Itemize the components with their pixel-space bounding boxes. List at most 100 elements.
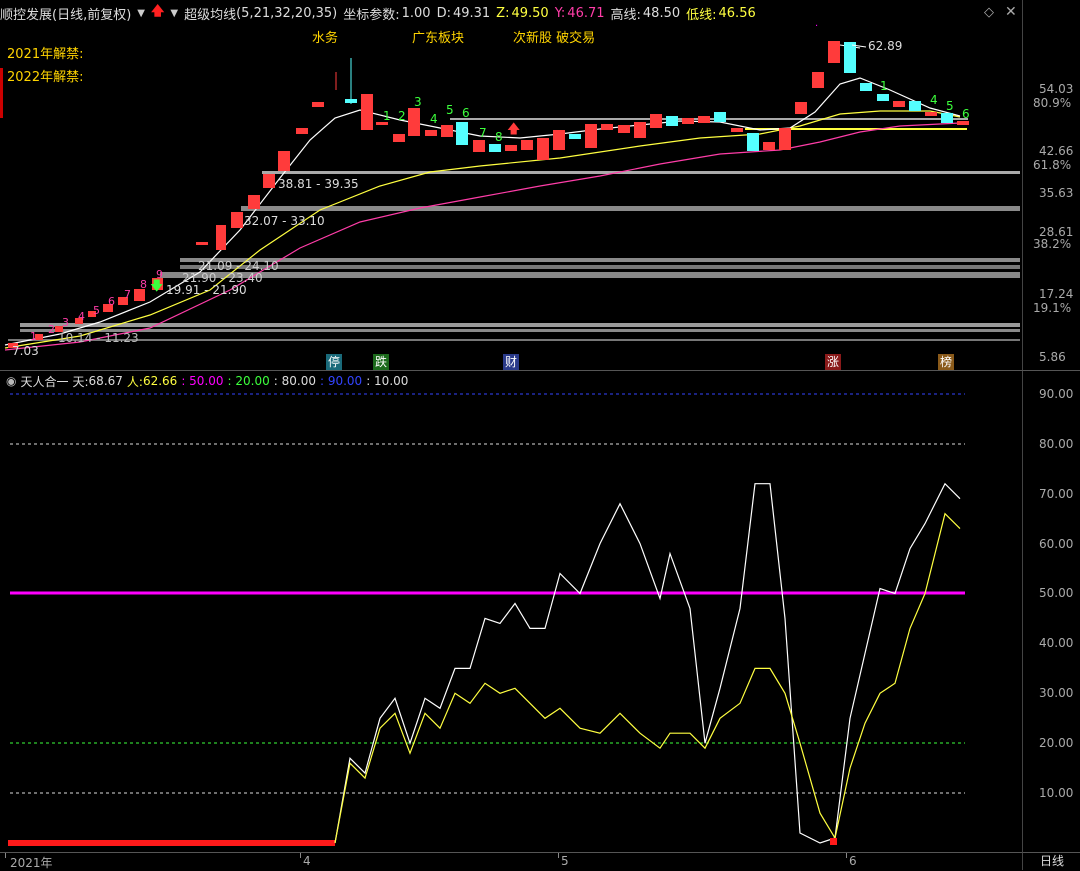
seq-count: 6 (962, 107, 970, 121)
price-band (160, 272, 1020, 278)
candle-up (196, 242, 208, 245)
candle-up (957, 121, 969, 125)
candle-up (278, 151, 290, 171)
candle-up (828, 41, 840, 63)
tian-line (334, 482, 961, 844)
band-label-2: 32.07 - 33.10 (244, 214, 325, 228)
ind-tick: 70.00 (1039, 487, 1074, 501)
seq-count: 7 (124, 288, 131, 301)
seq-count: 3 (414, 95, 422, 109)
ind-tick: 90.00 (1039, 387, 1074, 401)
seq-count: 1 (383, 109, 391, 123)
price-tick-pct: 80.9% (1033, 96, 1072, 110)
price-band (20, 329, 1020, 332)
price-band (180, 265, 1020, 269)
seq-count: 5 (446, 103, 454, 117)
ind-tick: 60.00 (1039, 537, 1074, 551)
ind-tick: 40.00 (1039, 636, 1074, 650)
low-marker (830, 838, 837, 845)
event-fall[interactable]: 跌 (373, 354, 389, 370)
band-label-5: 19.91 - 21.90 (166, 283, 247, 297)
seq-count: 1 (880, 79, 888, 93)
ind-tick: 20.00 (1039, 736, 1074, 750)
candle-up (634, 122, 646, 138)
seq-count: 7 (479, 126, 487, 140)
candle-up (296, 128, 308, 134)
candle-up (763, 142, 775, 150)
event-suspend[interactable]: 停 (326, 354, 342, 370)
seq-count: 1 (30, 330, 37, 343)
candle-up (537, 138, 549, 160)
price-tick-pct: 61.8% (1033, 158, 1072, 172)
peak-price-label: 62.89 (868, 39, 903, 53)
candle-down (877, 94, 889, 101)
price-tick-pct: 19.1% (1033, 301, 1072, 315)
date-tick: 4 (303, 854, 311, 868)
peak-dot: . (815, 18, 818, 29)
candle-up (795, 102, 807, 114)
candle-down (860, 83, 872, 91)
candle-up (585, 124, 597, 148)
date-axis: 2021年 4 5 6 (0, 852, 1022, 870)
indicator-axis: 90.00 80.00 70.00 60.00 50.00 40.00 30.0… (1022, 372, 1080, 852)
indicator-chart[interactable] (0, 372, 1022, 852)
price-tick: 42.66 (1039, 144, 1074, 158)
seq-count: 4 (430, 112, 438, 126)
candle-up (893, 101, 905, 107)
candle-up (698, 116, 710, 123)
ind-tick: 80.00 (1039, 437, 1074, 451)
candle-up (812, 72, 824, 88)
price-band (262, 171, 1020, 174)
candles (8, 41, 969, 348)
candle-up (473, 140, 485, 152)
candle-up (521, 140, 533, 150)
price-tick: 35.63 (1039, 186, 1074, 200)
date-tick: 6 (849, 854, 857, 868)
ind-tick: 50.00 (1039, 586, 1074, 600)
period-button[interactable]: 日线 (1022, 852, 1080, 870)
seq-count: 8 (495, 130, 503, 144)
candle-up (650, 114, 662, 128)
candle-down (456, 122, 468, 145)
candle-down (747, 133, 759, 151)
event-rise[interactable]: 涨 (825, 354, 841, 370)
candle-up (553, 130, 565, 150)
price-tick: 5.86 (1039, 350, 1066, 364)
candle-up (393, 134, 405, 142)
seq-count: 2 (398, 109, 406, 123)
candle-down (909, 101, 921, 111)
pane-separator[interactable] (0, 370, 1080, 371)
candle-down (941, 113, 953, 123)
candle-up (925, 112, 937, 116)
candle-down (844, 42, 856, 73)
candle-up (618, 125, 630, 133)
seq-count: 6 (462, 106, 470, 120)
candle-down (714, 112, 726, 122)
price-band (20, 323, 1020, 327)
event-finance[interactable]: 财 (503, 354, 519, 370)
low-price-label: 7.03 (12, 344, 39, 358)
price-tick: 17.24 (1039, 287, 1074, 301)
buy-arrow-icon: 🡇 (150, 279, 163, 294)
candle-up (441, 125, 453, 137)
candle-up (248, 195, 260, 209)
candle-up (601, 124, 613, 130)
price-band (180, 258, 1020, 262)
ind-tick: 10.00 (1039, 786, 1074, 800)
price-chart[interactable]: 1 2 3 4 5 6 7 8 9 1 4 5 6 1 2 3 4 5 6 7 … (0, 0, 1022, 372)
zero-bar (8, 840, 335, 846)
seq-count: 4 (78, 310, 85, 323)
event-rank[interactable]: 榜 (938, 354, 954, 370)
candle-up (263, 174, 275, 188)
candle-down (489, 144, 501, 152)
price-bands (8, 118, 1020, 341)
price-axis: 54.03 80.9% 42.66 61.8% 35.63 28.61 38.2… (1022, 0, 1080, 372)
candle-up (408, 108, 420, 136)
candle-down (666, 116, 678, 126)
candle-up (425, 130, 437, 136)
band-label-6: 10.14 - 11.23 (58, 331, 139, 345)
seq-count: 3 (62, 316, 69, 329)
candle-up (216, 225, 226, 250)
candle-up (682, 118, 694, 124)
seq-count: 5 (946, 99, 954, 113)
